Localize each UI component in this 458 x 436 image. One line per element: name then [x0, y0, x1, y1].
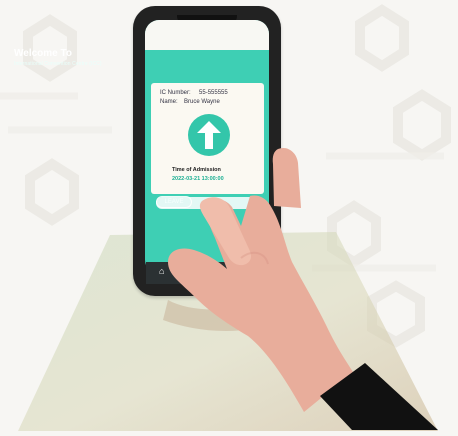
- sleeve: [320, 363, 438, 430]
- scene: Welcome To International Convention Cent…: [0, 0, 458, 436]
